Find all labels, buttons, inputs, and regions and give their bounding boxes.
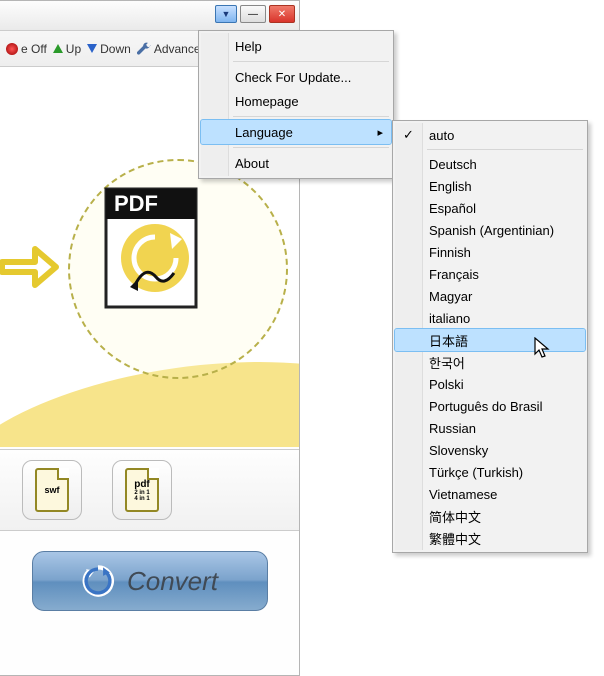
pdf-preview-icon: PDF xyxy=(100,183,210,313)
lang-item[interactable]: ✓ auto xyxy=(395,124,585,146)
lang-item[interactable]: Magyar xyxy=(395,285,585,307)
menu-about-label: About xyxy=(235,156,269,171)
menu-separator xyxy=(233,116,389,117)
lang-item[interactable]: Slovensky xyxy=(395,439,585,461)
swf-file-icon: swf xyxy=(35,468,69,512)
off-icon xyxy=(6,43,18,55)
format-pdf-button[interactable]: pdf 2 in 1 4 in 1 xyxy=(112,460,172,520)
move-up[interactable]: Up xyxy=(53,42,81,56)
lang-label: Deutsch xyxy=(429,157,477,172)
menu-language-label: Language xyxy=(235,125,293,140)
main-menu: Help Check For Update... Homepage Langua… xyxy=(198,30,394,179)
menu-help[interactable]: Help xyxy=(201,34,391,58)
lang-label: auto xyxy=(429,128,454,143)
menu-about[interactable]: About xyxy=(201,151,391,175)
menu-separator xyxy=(233,147,389,148)
lang-item[interactable]: italiano xyxy=(395,307,585,329)
pdf-fmt-label: pdf xyxy=(134,479,150,490)
lang-label: Vietnamese xyxy=(429,487,497,502)
pdf-label: PDF xyxy=(114,191,158,216)
convert-icon xyxy=(81,564,115,598)
titlebar: ▼ — ✕ xyxy=(0,1,299,31)
up-label: Up xyxy=(66,42,81,56)
lang-label: 繁體中文 xyxy=(429,529,481,548)
lang-label: Español xyxy=(429,201,476,216)
minimize-button[interactable]: — xyxy=(240,5,266,23)
lang-item[interactable]: Vietnamese xyxy=(395,483,585,505)
lang-label: Slovensky xyxy=(429,443,488,458)
advanced-settings[interactable]: Advance xyxy=(137,42,201,56)
lang-item[interactable]: Deutsch xyxy=(395,153,585,175)
advanced-label: Advance xyxy=(154,42,201,56)
convert-area: Convert xyxy=(0,551,299,611)
lang-label: Spanish (Argentinian) xyxy=(429,223,554,238)
lang-label: Français xyxy=(429,267,479,282)
menu-help-label: Help xyxy=(235,39,262,54)
lang-item[interactable]: Polski xyxy=(395,373,585,395)
menu-homepage-label: Homepage xyxy=(235,94,299,109)
lang-label: 简体中文 xyxy=(429,507,481,526)
lang-label: Russian xyxy=(429,421,476,436)
arrow-up-icon xyxy=(53,44,63,53)
lang-label: Magyar xyxy=(429,289,472,304)
lang-label: Português do Brasil xyxy=(429,399,542,414)
lang-label: 한국어 xyxy=(429,353,465,372)
toggle-off[interactable]: e Off xyxy=(6,42,47,56)
convert-button[interactable]: Convert xyxy=(32,551,268,611)
lang-label: English xyxy=(429,179,472,194)
language-submenu: ✓ auto Deutsch English Español Spanish (Argen… xyxy=(392,120,588,553)
lang-item[interactable]: English xyxy=(395,175,585,197)
menu-language[interactable]: Language xyxy=(201,120,391,144)
arrow-down-icon xyxy=(87,44,97,53)
lang-label: Polski xyxy=(429,377,464,392)
convert-label: Convert xyxy=(127,566,218,597)
lang-label: 日本語 xyxy=(429,331,468,350)
format-strip: swf pdf 2 in 1 4 in 1 xyxy=(0,449,299,531)
lang-item[interactable]: Español xyxy=(395,197,585,219)
dropdown-trigger[interactable]: ▼ xyxy=(215,5,237,23)
lang-item[interactable]: 日本語 xyxy=(395,329,585,351)
lang-item[interactable]: Finnish xyxy=(395,241,585,263)
off-label: e Off xyxy=(21,42,47,56)
pdf-fmt-sublabel: 2 in 1 4 in 1 xyxy=(134,490,149,502)
menu-separator xyxy=(233,61,389,62)
arrow-indicator-icon xyxy=(0,237,60,297)
pdf-file-icon: pdf 2 in 1 4 in 1 xyxy=(125,468,159,512)
lang-item[interactable]: Spanish (Argentinian) xyxy=(395,219,585,241)
lang-label: Türkçe (Turkish) xyxy=(429,465,523,480)
wrench-icon xyxy=(137,42,151,56)
move-down[interactable]: Down xyxy=(87,42,131,56)
menu-update-label: Check For Update... xyxy=(235,70,351,85)
format-swf-button[interactable]: swf xyxy=(22,460,82,520)
lang-item[interactable]: Russian xyxy=(395,417,585,439)
down-label: Down xyxy=(100,42,131,56)
lang-item[interactable]: Português do Brasil xyxy=(395,395,585,417)
lang-item[interactable]: Türkçe (Turkish) xyxy=(395,461,585,483)
lang-label: Finnish xyxy=(429,245,471,260)
submenu-separator xyxy=(427,149,583,150)
lang-item[interactable]: 繁體中文 xyxy=(395,527,585,549)
menu-homepage[interactable]: Homepage xyxy=(201,89,391,113)
lang-item[interactable]: Français xyxy=(395,263,585,285)
lang-label: italiano xyxy=(429,311,470,326)
menu-check-update[interactable]: Check For Update... xyxy=(201,65,391,89)
check-icon: ✓ xyxy=(403,127,414,143)
lang-item[interactable]: 简体中文 xyxy=(395,505,585,527)
swf-label: swf xyxy=(44,485,59,495)
close-button[interactable]: ✕ xyxy=(269,5,295,23)
lang-item[interactable]: 한국어 xyxy=(395,351,585,373)
